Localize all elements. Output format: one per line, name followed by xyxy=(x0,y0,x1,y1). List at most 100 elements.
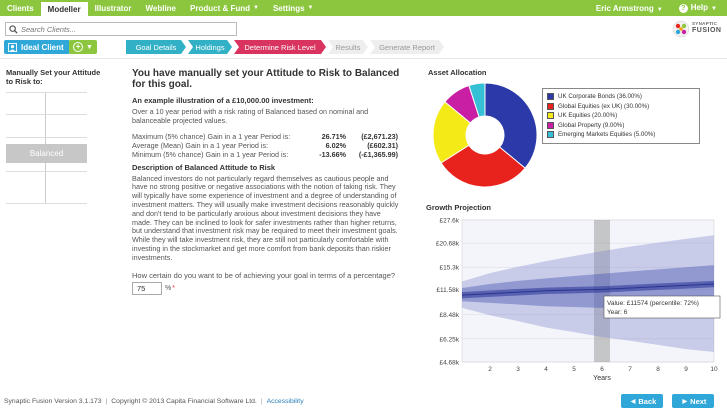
arrow-right-icon: ▶ xyxy=(682,398,688,405)
help-icon: ? xyxy=(678,4,688,13)
example-title: An example illustration of a £10,000.00 … xyxy=(132,96,314,105)
step-label: Generate Report xyxy=(379,42,435,52)
legend-swatch xyxy=(547,93,554,101)
nav-tab-modeller[interactable]: Modeller xyxy=(40,0,88,16)
chevron-down-icon: ▼ xyxy=(86,43,93,51)
client-search xyxy=(5,22,237,36)
certainty-question: How certain do you want to be of achievi… xyxy=(132,270,396,280)
description-title: Description of Balanced Attitude to Risk xyxy=(132,162,276,172)
nav-tab-webline[interactable]: Webline xyxy=(138,0,183,16)
tooltip-year: Year: 6 xyxy=(607,309,628,316)
slider-tick xyxy=(6,92,87,93)
nav-tab-label: Webline xyxy=(145,3,177,13)
y-tick-label: £20.68k xyxy=(436,241,460,248)
user-name: Eric Armstrong xyxy=(595,3,654,13)
growth-projection-title: Growth Projection xyxy=(426,203,492,212)
step-generate-report[interactable]: Generate Report xyxy=(370,40,444,54)
gain-pct: -13.66% xyxy=(319,149,346,159)
x-tick-label: 2 xyxy=(488,366,492,373)
y-tick-label: £6.25k xyxy=(439,336,459,343)
nav-tab-product-fund[interactable]: Product & Fund ▼ xyxy=(183,0,266,16)
search-input[interactable] xyxy=(21,24,221,34)
legend-swatch xyxy=(547,112,554,120)
slider-tick xyxy=(6,137,87,138)
certainty-input[interactable] xyxy=(132,281,162,295)
chevron-down-icon: ▼ xyxy=(711,6,717,12)
chevron-down-icon: ▼ xyxy=(656,6,663,13)
step-label: Goal Details xyxy=(135,42,177,52)
x-tick-label: 4 xyxy=(544,366,548,373)
nav-tab-settings[interactable]: Settings ▼ xyxy=(266,0,321,16)
x-tick-label: 10 xyxy=(710,366,718,373)
y-tick-label: £11.58k xyxy=(436,287,459,294)
legend-item: Emerging Markets Equities (5.00%) xyxy=(547,130,695,140)
step-holdings[interactable]: Holdings xyxy=(188,40,232,54)
footer-separator: | xyxy=(105,398,108,405)
x-axis-label: Years xyxy=(593,375,611,382)
step-determine-risk-level[interactable]: Determine Risk Level xyxy=(234,40,326,54)
asset-allocation-pie xyxy=(432,82,538,188)
slider-selected-level[interactable]: Balanced xyxy=(6,144,87,163)
chevron-down-icon: ▼ xyxy=(253,5,259,11)
ideal-client-button[interactable]: Ideal Client xyxy=(4,40,70,54)
growth-projection-chart: £27.6k £20.68k £15.3k £11.58k £8.48k £6.25k £4… xyxy=(436,218,721,382)
step-goal-details[interactable]: Goal Details xyxy=(126,40,186,54)
nav-tab-illustrator[interactable]: Illustrator xyxy=(88,0,139,16)
legend-swatch xyxy=(547,102,554,110)
plus-icon: + xyxy=(73,42,84,52)
x-tick-label: 7 xyxy=(628,366,632,373)
certainty-field: % * xyxy=(132,281,402,295)
back-button[interactable]: ◀ Back xyxy=(621,394,663,408)
step-results[interactable]: Results xyxy=(328,40,368,54)
ideal-client-label: Ideal Client xyxy=(21,42,64,52)
y-tick-label: £8.48k xyxy=(439,312,459,319)
x-tick-label: 5 xyxy=(572,366,576,373)
legend-label: Emerging Markets Equities (5.00%) xyxy=(558,131,656,139)
risk-details: You have manually set your Attitude to R… xyxy=(132,68,402,295)
gain-amount: (£602.31) xyxy=(367,140,398,150)
help-menu[interactable]: ? Help ▼ xyxy=(673,3,727,13)
gain-label: Average (Mean) Gain in a 1 year Period i… xyxy=(132,140,269,150)
x-tick-label: 8 xyxy=(656,366,660,373)
legend-item: Global Equities (ex UK) (30.00%) xyxy=(547,102,695,112)
synaptic-fusion-logo: SYNAPTIC FUSION xyxy=(672,18,724,40)
footer-separator: | xyxy=(260,398,263,405)
page-heading: You have manually set your Attitude to R… xyxy=(132,68,400,90)
risk-level-slider[interactable]: Balanced xyxy=(6,92,87,204)
nav-tab-label: Illustrator xyxy=(94,3,132,13)
wizard-steps: Goal Details Holdings Determine Risk Lev… xyxy=(126,40,446,54)
y-tick-label: £15.3k xyxy=(439,265,459,272)
x-tick-label: 6 xyxy=(600,366,604,373)
logo-icon xyxy=(672,20,690,38)
user-menu[interactable]: Eric Armstrong ▼ xyxy=(586,4,673,13)
search-icon xyxy=(9,24,18,34)
add-menu-button[interactable]: + ▼ xyxy=(69,40,97,54)
legend-label: UK Equities (20.00%) xyxy=(558,112,618,120)
back-label: Back xyxy=(638,396,657,406)
risk-slider-title: Manually Set your Attitude to Risk to: xyxy=(6,68,101,86)
slider-tick xyxy=(6,171,87,172)
nav-tab-label: Clients xyxy=(7,3,34,13)
step-label: Results xyxy=(335,42,361,52)
gain-row-max: Maximum (5% chance) Gain in a 1 year Per… xyxy=(132,132,402,141)
nav-right: Eric Armstrong ▼ ? Help ▼ xyxy=(586,0,727,16)
tooltip-value: Value: £11574 (percentile: 72%) xyxy=(607,300,699,307)
legend-label: Global Property (9.00%) xyxy=(558,121,625,129)
gain-row-avg: Average (Mean) Gain in a 1 year Period i… xyxy=(132,141,402,150)
gain-pct: 26.71% xyxy=(321,131,346,141)
gain-label: Minimum (5% chance) Gain in a 1 year Per… xyxy=(132,149,289,159)
next-button[interactable]: ▶ Next xyxy=(672,394,714,408)
gain-amount: (£2,671.23) xyxy=(361,131,398,141)
x-tick-label: 9 xyxy=(684,366,688,373)
nav-tab-label: Settings xyxy=(272,3,305,13)
accessibility-link[interactable]: Accessibility xyxy=(267,398,304,405)
nav-tab-label: Product & Fund xyxy=(190,3,251,13)
asset-allocation-title: Asset Allocation xyxy=(428,68,487,77)
y-tick-label: £4.68k xyxy=(439,360,459,367)
nav-tab-clients[interactable]: Clients xyxy=(0,0,41,16)
chart-tooltip: Value: £11574 (percentile: 72%) Year: 6 xyxy=(603,295,721,319)
version-text: Synaptic Fusion Version 3.1.173 xyxy=(4,398,102,405)
example-text: Over a 10 year period with a risk rating… xyxy=(132,107,369,125)
certainty-unit: % xyxy=(165,284,172,292)
nav-tab-label: Modeller xyxy=(47,4,81,14)
